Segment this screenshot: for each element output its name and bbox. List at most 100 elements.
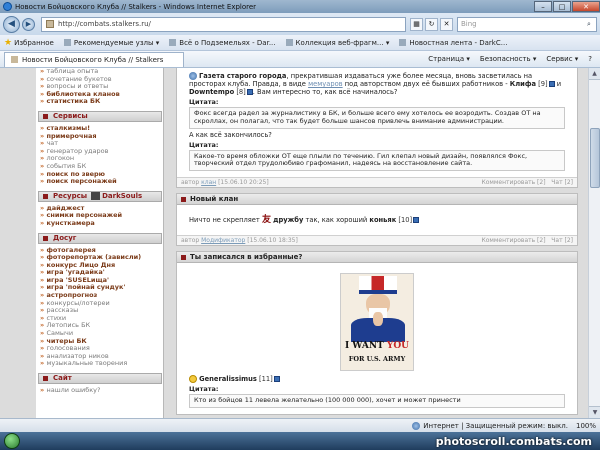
player-level: [8]	[236, 88, 246, 96]
refresh-icon[interactable]: ↻	[425, 17, 438, 31]
darksouls-logo-icon	[91, 192, 101, 201]
chat-link[interactable]: Чат [2]	[551, 237, 573, 244]
vertical-scrollbar[interactable]: ▲ ▼	[588, 68, 600, 418]
favorites-link[interactable]: Рекомендуемые узлы ▾	[63, 38, 160, 47]
favorites-link-label: Новостная лента - DarkC...	[409, 38, 508, 47]
section-title: Сайт	[53, 374, 72, 382]
post-actions: Комментировать [2] Чат [2]	[481, 237, 573, 244]
quote-block: Кто из бойцов 11 левела желательно (100 …	[189, 394, 565, 408]
post-meta: автор клан [15.06.10 20:25]	[181, 179, 269, 186]
favorites-bar: ★ Избранное Рекомендуемые узлы ▾ Всё о П…	[0, 35, 600, 51]
site-favicon-icon	[46, 20, 54, 28]
scroll-up-icon[interactable]: ▲	[589, 68, 600, 80]
post-text: под авторством двух её бывших работников…	[342, 80, 508, 88]
maximize-button[interactable]: □	[553, 0, 571, 12]
minimize-button[interactable]: –	[534, 0, 552, 12]
chat-link[interactable]: Чат [2]	[551, 179, 573, 186]
post-body: I WANT YOU FOR U.S. ARMY Generalissimus …	[177, 263, 577, 414]
poster-line-2: FOR U.S. ARMY	[348, 355, 406, 364]
close-button[interactable]: ✕	[572, 0, 600, 12]
page-menu[interactable]: Страница ▾	[428, 55, 470, 63]
poster-hat	[359, 276, 397, 295]
post-actions: Комментировать [2] Чат [2]	[481, 179, 573, 186]
player-nick[interactable]: Клифа	[510, 80, 536, 88]
player-nick[interactable]: Downtempo	[189, 88, 234, 96]
info-icon[interactable]	[273, 376, 280, 383]
comment-link[interactable]: Комментировать [2]	[481, 179, 545, 186]
quote-block: Фокс всегда радел за журналистику в БК, …	[189, 107, 565, 129]
info-icon[interactable]	[413, 217, 420, 224]
clan-emblem-icon: 友	[261, 215, 271, 226]
help-menu[interactable]: ?	[588, 55, 592, 63]
post-text-bold: дружбу	[273, 216, 304, 225]
quote-block: Какое-то время обложки ОТ еще плыли по т…	[189, 149, 565, 172]
info-icon[interactable]	[548, 81, 555, 87]
post-footer: автор клан [15.06.10 20:25] Комментирова…	[177, 177, 577, 188]
sidebar-section-leisure: Досуг	[38, 232, 162, 244]
post-text: А как всё закончилось?	[189, 130, 272, 139]
scroll-down-icon[interactable]: ▼	[589, 406, 600, 418]
author-link[interactable]: клан	[201, 179, 216, 186]
page-content: таблица опыта сочетание букетов вопросы …	[0, 68, 600, 418]
post-author-line: Generalissimus [11]	[189, 375, 565, 384]
forward-button[interactable]: ▶	[22, 17, 35, 31]
player-nick[interactable]: Generalissimus	[199, 375, 257, 383]
page-icon	[399, 39, 407, 46]
compat-view-icon[interactable]: ▦	[410, 17, 423, 31]
favorites-link[interactable]: Новостная лента - DarkC...	[399, 39, 507, 47]
bullet-icon	[43, 113, 48, 119]
window-title: Новости Бойцовского Клуба // Stalkers - …	[15, 2, 257, 11]
stop-icon[interactable]: ✕	[440, 17, 453, 31]
scroll-thumb[interactable]	[590, 128, 600, 188]
bullet-icon	[181, 254, 186, 260]
sidebar-link[interactable]: примерочная	[40, 132, 163, 141]
post-header: Новый клан	[177, 194, 577, 206]
news-post: Новый клан Ничто не скрепляет 友 дружбу т…	[176, 193, 578, 247]
author-link[interactable]: Модификатор	[201, 237, 245, 244]
site-favicon-icon	[11, 56, 18, 63]
quote-label: Цитата:	[189, 385, 219, 394]
tools-menu[interactable]: Сервис ▾	[546, 55, 578, 63]
zoom-control[interactable]: 100%	[576, 422, 596, 430]
safety-menu[interactable]: Безопасность ▾	[480, 55, 536, 63]
favorites-link-label: Всё о Подземельях - Dar...	[179, 38, 276, 47]
zone-indicator: Интернет | Защищенный режим: выкл.	[412, 421, 568, 430]
back-button[interactable]: ◀	[3, 15, 20, 33]
post-date: [15.06.10 20:25]	[218, 179, 269, 187]
favorites-link[interactable]: Всё о Подземельях - Dar...	[169, 38, 276, 47]
player-nick[interactable]: коньяк	[369, 216, 396, 224]
search-input[interactable]: Bing ⌕	[457, 16, 597, 32]
address-toolbar: ◀ ▶ http://combats.stalkers.ru/ ▦ ↻ ✕ Bi…	[0, 13, 600, 35]
sidebar-link[interactable]: поиск персонажей	[40, 178, 163, 186]
address-actions: ▦ ↻ ✕	[410, 17, 453, 31]
post-meta: автор Модификатор [15.06.10 18:35]	[181, 237, 298, 244]
favorites-link[interactable]: Коллекция веб-фрагм... ▾	[285, 39, 389, 47]
search-icon[interactable]: ⌕	[582, 20, 596, 29]
sidebar-link[interactable]: музыкальные творения	[40, 360, 163, 368]
sidebar-link[interactable]: статистика БК	[40, 98, 163, 106]
uncle-sam-poster: I WANT YOU FOR U.S. ARMY	[340, 273, 414, 372]
sidebar: таблица опыта сочетание букетов вопросы …	[36, 68, 164, 418]
tab-news[interactable]: Новости Бойцовского Клуба // Stalkers	[4, 51, 184, 67]
memoirs-link[interactable]: мемуаров	[308, 80, 343, 88]
post-header: Ты записался в избранные?	[177, 252, 577, 264]
window-controls: – □ ✕	[533, 0, 600, 13]
post-footer: автор Модификатор [15.06.10 18:35] Комме…	[177, 235, 577, 246]
favorites-link-label: Рекомендуемые узлы ▾	[73, 38, 160, 47]
news-feed: Газета старого города, прекратившая изда…	[176, 68, 578, 418]
comment-link[interactable]: Комментировать [2]	[481, 237, 545, 244]
sidebar-link[interactable]: нашли ошибку?	[40, 386, 163, 395]
internet-zone-icon	[412, 421, 421, 430]
post-title: Ты записался в избранные?	[190, 253, 303, 262]
favorites-button[interactable]: ★ Избранное	[4, 38, 54, 48]
address-field[interactable]: http://combats.stalkers.ru/	[41, 16, 406, 32]
start-button[interactable]	[4, 433, 20, 449]
command-menu: Страница ▾ Безопасность ▾ Сервис ▾ ?	[428, 55, 600, 63]
section-title-extra: DarkSouls	[102, 191, 143, 200]
tab-label: Новости Бойцовского Клуба // Stalkers	[22, 55, 164, 64]
sidebar-link[interactable]: кунсткамера	[40, 219, 163, 228]
post-text: Ничто не скрепляет	[189, 216, 260, 225]
player-level: [11]	[258, 375, 273, 384]
ie-logo-icon	[3, 2, 12, 11]
watermark: photoscroll.combats.com	[435, 434, 592, 448]
